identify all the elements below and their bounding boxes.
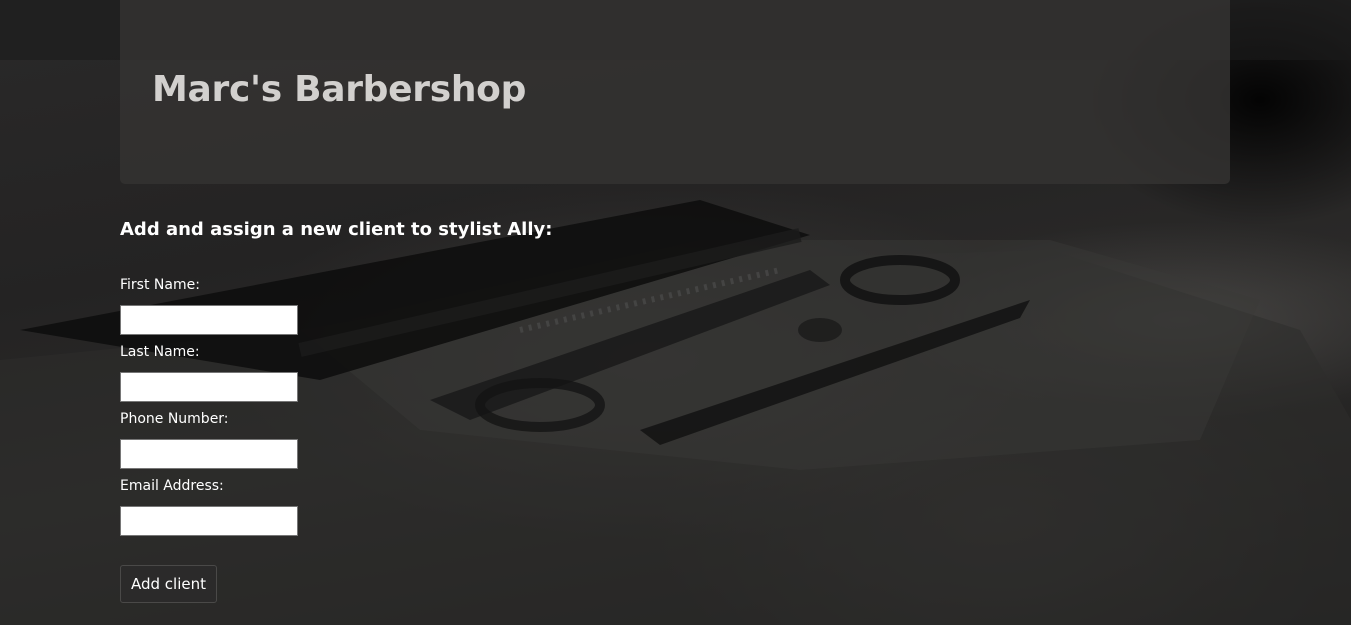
add-client-button[interactable]: Add client — [120, 565, 217, 603]
email-address-label: Email Address: — [120, 478, 224, 494]
site-title: Marc's Barbershop — [152, 69, 527, 110]
email-address-input[interactable] — [120, 506, 298, 536]
first-name-label: First Name: — [120, 277, 200, 293]
form-heading: Add and assign a new client to stylist A… — [120, 219, 553, 240]
last-name-label: Last Name: — [120, 344, 200, 360]
last-name-input[interactable] — [120, 372, 298, 402]
header-panel: Marc's Barbershop — [120, 0, 1230, 184]
phone-number-label: Phone Number: — [120, 411, 229, 427]
phone-number-input[interactable] — [120, 439, 298, 469]
first-name-input[interactable] — [120, 305, 298, 335]
